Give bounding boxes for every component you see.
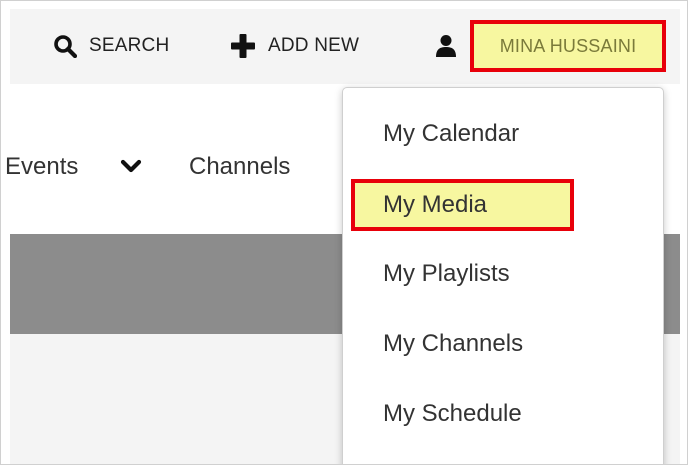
menu-item-my-calendar[interactable]: My Calendar xyxy=(383,114,519,154)
chevron-down-icon[interactable] xyxy=(120,159,142,180)
add-new-label: ADD NEW xyxy=(268,35,360,56)
plus-icon xyxy=(230,33,256,59)
nav-item-channels[interactable]: Channels xyxy=(189,153,290,181)
search-icon xyxy=(53,34,77,58)
user-icon xyxy=(435,34,457,58)
menu-item-my-playlists[interactable]: My Playlists xyxy=(383,254,510,294)
search-button[interactable]: SEARCH xyxy=(53,28,169,64)
user-icon-wrap[interactable] xyxy=(435,28,469,64)
user-dropdown-menu: My Calendar My Media My Playlists My Cha… xyxy=(342,87,664,464)
user-menu-button[interactable]: MINA HUSSAINI xyxy=(470,20,666,72)
menu-item-my-channels[interactable]: My Channels xyxy=(383,324,523,364)
menu-item-my-media[interactable]: My Media xyxy=(351,179,574,231)
search-label: SEARCH xyxy=(89,35,170,56)
add-new-button[interactable]: ADD NEW xyxy=(230,28,359,64)
page-frame: SEARCH ADD NEW MINA HUSSAINI Events Chan… xyxy=(0,0,688,465)
menu-item-my-schedule[interactable]: My Schedule xyxy=(383,394,522,434)
nav-item-events[interactable]: Events xyxy=(5,153,78,181)
